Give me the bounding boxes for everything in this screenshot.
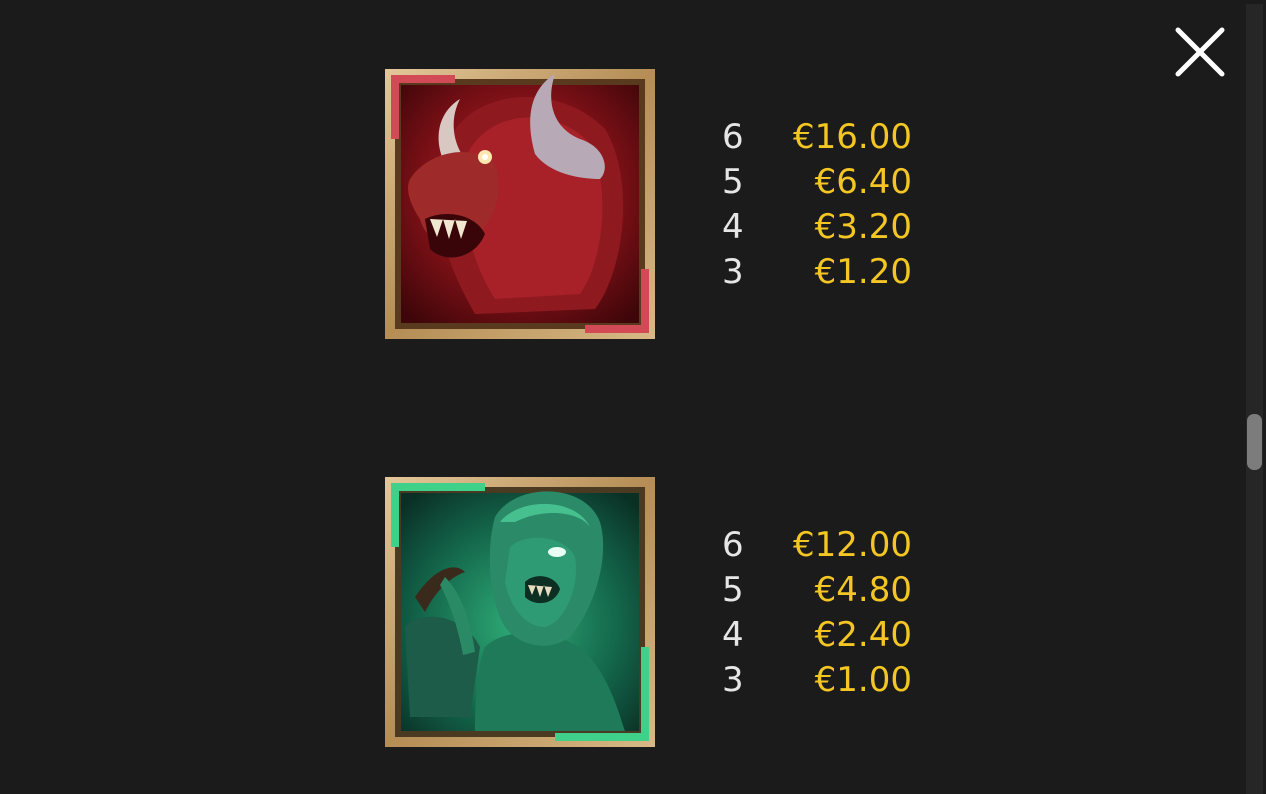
pay-row: 5 €4.80 bbox=[722, 568, 912, 613]
symbol-count: 5 bbox=[722, 570, 744, 610]
close-button[interactable] bbox=[1172, 24, 1228, 80]
payout-value: €6.40 bbox=[814, 162, 912, 202]
payout-value: €1.00 bbox=[814, 660, 912, 700]
symbol-count: 3 bbox=[722, 252, 744, 292]
pay-row: 4 €2.40 bbox=[722, 613, 912, 658]
payout-value: €3.20 bbox=[814, 207, 912, 247]
symbol-count: 6 bbox=[722, 525, 744, 565]
payout-value: €4.80 bbox=[814, 570, 912, 610]
pay-row: 6 €16.00 bbox=[722, 115, 912, 160]
symbol-count: 5 bbox=[722, 162, 744, 202]
pay-row: 6 €12.00 bbox=[722, 523, 912, 568]
pay-row: 3 €1.20 bbox=[722, 250, 912, 295]
green-medusa-symbol-image bbox=[385, 477, 655, 747]
pay-row: 4 €3.20 bbox=[722, 205, 912, 250]
pay-row: 3 €1.00 bbox=[722, 658, 912, 703]
scrollbar-thumb[interactable] bbox=[1247, 414, 1262, 470]
payout-value: €12.00 bbox=[793, 525, 912, 565]
symbol-count: 3 bbox=[722, 660, 744, 700]
payout-value: €2.40 bbox=[814, 615, 912, 655]
red-beast-pay-table: 6 €16.00 5 €6.40 4 €3.20 3 €1.20 bbox=[722, 115, 912, 295]
symbol-count: 6 bbox=[722, 117, 744, 157]
paytable-page: 6 €16.00 5 €6.40 4 €3.20 3 €1.20 6 €12.0… bbox=[0, 0, 1266, 794]
close-icon bbox=[1175, 27, 1225, 77]
red-beast-symbol-image bbox=[385, 69, 655, 339]
pay-row: 5 €6.40 bbox=[722, 160, 912, 205]
green-medusa-pay-table: 6 €12.00 5 €4.80 4 €2.40 3 €1.00 bbox=[722, 523, 912, 703]
symbol-count: 4 bbox=[722, 615, 744, 655]
symbol-count: 4 bbox=[722, 207, 744, 247]
payout-value: €16.00 bbox=[793, 117, 912, 157]
payout-value: €1.20 bbox=[814, 252, 912, 292]
scrollbar-track[interactable] bbox=[1246, 4, 1263, 794]
